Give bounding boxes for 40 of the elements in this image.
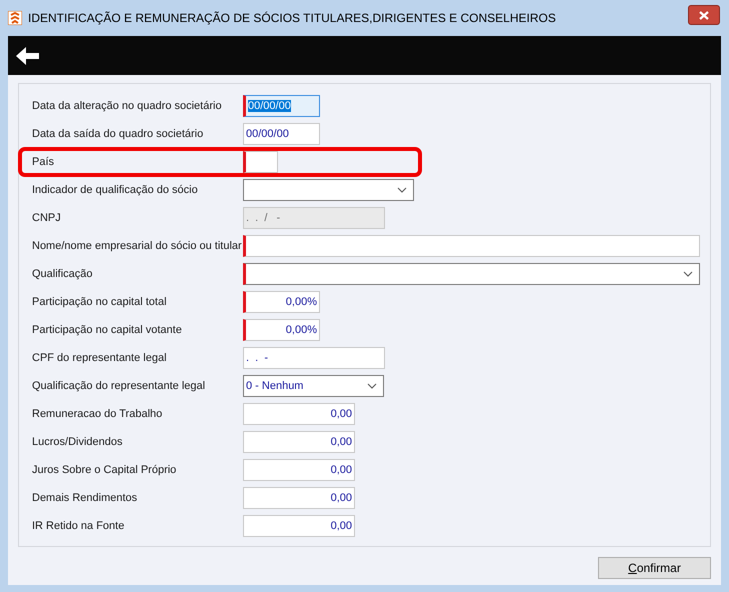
confirm-button[interactable]: Confirmar: [598, 557, 711, 579]
field-label: Nome/nome empresarial do sócio ou titular: [32, 238, 243, 254]
close-button[interactable]: [688, 5, 720, 25]
chevron-down-icon: [397, 187, 407, 193]
field-label: Qualificação do representante legal: [32, 378, 206, 394]
field-label: Lucros/Dividendos: [32, 434, 124, 450]
input-field[interactable]: 0,00: [243, 487, 355, 509]
field-label: Participação no capital total: [32, 294, 168, 310]
dropdown[interactable]: [243, 179, 414, 201]
back-arrow-icon[interactable]: [14, 46, 40, 66]
chevron-down-icon: [367, 383, 377, 389]
field-label: Juros Sobre o Capital Próprio: [32, 462, 178, 478]
field-label: Remuneracao do Trabalho: [32, 406, 164, 422]
field-label: País: [32, 154, 56, 170]
window-title: IDENTIFICAÇÃO E REMUNERAÇÃO DE SÓCIOS TITULARES,DIRIGENTES E CONSELHEIROS: [28, 10, 557, 27]
field-label: Participação no capital votante: [32, 322, 183, 338]
field-label: Qualificação: [32, 266, 94, 282]
app-logo-icon: [8, 11, 22, 25]
input-field[interactable]: 0,00%: [243, 319, 320, 341]
field-label: Data da saída do quadro societário: [32, 126, 204, 142]
input-field[interactable]: . . -: [243, 347, 385, 369]
input-field[interactable]: 00/00/00: [243, 95, 320, 117]
field-label: IR Retido na Fonte: [32, 518, 126, 534]
field-label: Indicador de qualificação do sócio: [32, 182, 199, 198]
input-field[interactable]: 0,00: [243, 459, 355, 481]
dropdown[interactable]: 0 - Nenhum: [243, 375, 384, 397]
chevron-down-icon: [683, 271, 693, 277]
input-field[interactable]: 00/00/00: [243, 123, 320, 145]
input-field[interactable]: 0,00: [243, 403, 355, 425]
field-label: Data da alteração no quadro societário: [32, 98, 223, 114]
input-field[interactable]: [243, 151, 278, 173]
dropdown[interactable]: [243, 263, 700, 285]
input-field[interactable]: 0,00%: [243, 291, 320, 313]
field-label: CPF do representante legal: [32, 350, 168, 366]
input-field[interactable]: 0,00: [243, 431, 355, 453]
input-field[interactable]: 0,00: [243, 515, 355, 537]
field-label: CNPJ: [32, 210, 62, 226]
close-icon: [699, 10, 709, 20]
input-field[interactable]: [243, 235, 700, 257]
field-label: Demais Rendimentos: [32, 490, 138, 506]
